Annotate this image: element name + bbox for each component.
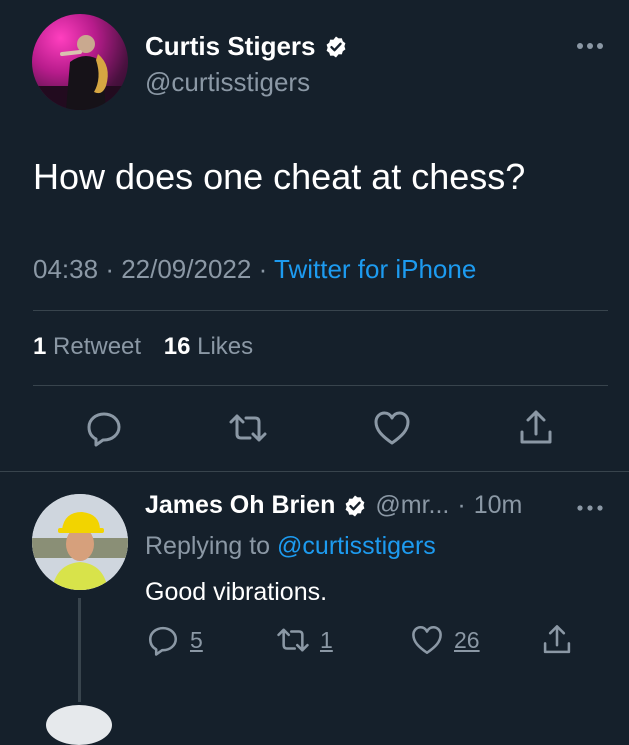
meta-separator: · [457,491,466,519]
reply-like-button[interactable]: 26 [410,622,480,658]
main-tweet: Curtis Stigers @curtisstigers How does o… [0,0,629,472]
retweet-icon[interactable] [228,408,268,448]
reply-retweet-count: 1 [320,626,333,653]
divider [33,385,608,386]
tweet-time[interactable]: 04:38 [33,254,98,284]
reply-share-button[interactable] [540,622,574,658]
reply-author-name[interactable]: James Oh Brien [145,491,335,520]
likes-label: Likes [197,333,254,360]
reply-retweet-button[interactable]: 1 [276,622,333,658]
reply-reply-button[interactable]: 5 [146,622,203,658]
tweet-source[interactable]: Twitter for iPhone [274,254,476,284]
replying-to: Replying to @curtisstigers [145,532,436,561]
like-icon [412,625,442,655]
verified-badge-icon [326,36,345,57]
replying-to-mention[interactable]: @curtisstigers [277,532,436,560]
retweet-label: Retweet [53,333,142,360]
divider [0,471,629,472]
like-count: 16 [163,333,191,360]
author-handle[interactable]: @curtisstigers [145,67,310,98]
meta-separator: · [105,254,122,284]
reply-reply-count: 5 [190,626,203,653]
author-avatar[interactable] [32,14,128,110]
likes-stat[interactable]: 16 Likes [164,333,253,360]
more-options-icon[interactable] [574,500,606,516]
like-icon[interactable] [372,408,412,448]
replying-to-label: Replying to [145,532,271,560]
more-options-icon[interactable] [574,36,606,56]
tweet-text: How does one cheat at chess? [33,156,526,197]
author-name[interactable]: Curtis Stigers [145,31,348,62]
retweet-count: 1 [33,333,47,360]
retweet-icon [277,628,309,652]
share-icon[interactable] [516,408,556,448]
reply-icon[interactable] [84,408,124,448]
reply-icon [148,626,178,656]
next-tweet-avatar[interactable] [46,705,112,745]
share-icon [543,625,571,654]
verified-badge-icon [345,495,365,516]
tweet-meta: 04:38 · 22/09/2022 · Twitter for iPhone [33,254,476,285]
reply-time[interactable]: 10m [474,491,523,520]
reply-author-handle[interactable]: @mr... [375,491,449,520]
reply-author-avatar[interactable] [32,494,128,590]
thread-line [78,598,81,702]
tweet-stats: 1 Retweet 16 Likes [33,333,253,361]
tweet-date[interactable]: 22/09/2022 [121,254,251,284]
retweet-stat[interactable]: 1 Retweet [33,333,141,360]
reply-header: James Oh Brien @mr... · 10m [145,491,522,520]
author-name-text[interactable]: Curtis Stigers [145,31,316,62]
divider [33,310,608,311]
reply-like-count: 26 [454,626,480,653]
meta-separator: · [258,254,274,284]
reply-text: Good vibrations. [145,578,328,606]
